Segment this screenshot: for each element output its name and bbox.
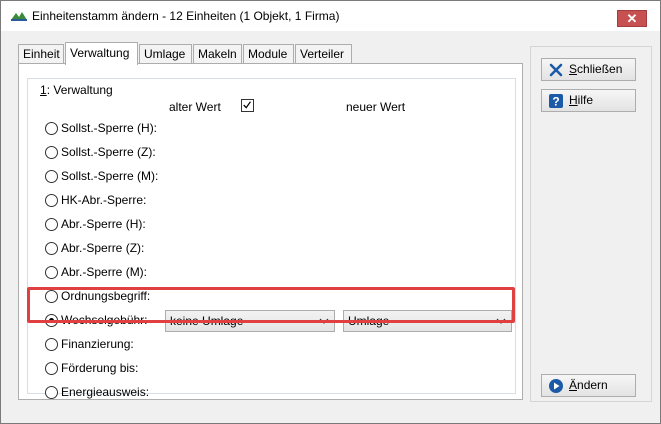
tab-makeln[interactable]: Makeln — [193, 44, 242, 64]
tab-panel-verwaltung: 1: Verwaltung alter Wert neuer Wert Soll… — [18, 63, 523, 400]
row-label: Abr.-Sperre (M): — [61, 265, 148, 279]
window-title: Einheitenstamm ändern - 12 Einheiten (1 … — [32, 9, 340, 23]
radio-energieausweis[interactable] — [45, 386, 58, 399]
radio-abr-sperre-h[interactable] — [45, 218, 58, 231]
row-label: Ordnungsbegriff: — [61, 289, 151, 303]
chevron-down-icon — [319, 318, 329, 324]
dialog-window: Einheitenstamm ändern - 12 Einheiten (1 … — [0, 0, 661, 424]
svg-text:?: ? — [552, 95, 559, 109]
group-title: 1: Verwaltung — [38, 83, 115, 97]
old-value-select[interactable]: keine Umlage — [165, 310, 335, 332]
row-label: Finanzierung: — [61, 337, 134, 351]
radio-abr-sperre-z[interactable] — [45, 242, 58, 255]
radio-ordnungsbegriff[interactable] — [45, 290, 58, 303]
help-button-label: Hilfe — [569, 93, 594, 107]
old-value-checkbox[interactable] — [241, 99, 254, 112]
tab-verwaltung[interactable]: Verwaltung — [65, 42, 138, 65]
row-label: Energieausweis: — [61, 385, 150, 399]
window-close-button[interactable]: ✕ — [617, 10, 647, 27]
title-bar: Einheitenstamm ändern - 12 Einheiten (1 … — [1, 1, 660, 31]
chevron-down-icon — [496, 318, 506, 324]
row-label: Förderung bis: — [61, 361, 139, 375]
select-value: keine Umlage — [170, 314, 244, 328]
row-label: Sollst.-Sperre (H): — [61, 121, 158, 135]
tab-verteiler[interactable]: Verteiler — [295, 44, 352, 64]
row-label: Sollst.-Sperre (M): — [61, 169, 159, 183]
radio-wechselgebuehr[interactable] — [45, 314, 58, 327]
dialog-client: Einheit Verwaltung Umlage Makeln Module … — [8, 31, 654, 417]
play-icon — [549, 379, 563, 393]
help-button[interactable]: ? Hilfe — [541, 89, 636, 112]
row-label: Sollst.-Sperre (Z): — [61, 145, 156, 159]
radio-sollst-sperre-z[interactable] — [45, 146, 58, 159]
question-icon: ? — [549, 94, 563, 109]
x-icon — [549, 63, 563, 77]
group-verwaltung: 1: Verwaltung alter Wert neuer Wert Soll… — [27, 78, 516, 399]
radio-hk-abr-sperre[interactable] — [45, 194, 58, 207]
radio-sollst-sperre-h[interactable] — [45, 122, 58, 135]
change-button[interactable]: Ändern — [541, 374, 636, 397]
radio-sollst-sperre-m[interactable] — [45, 170, 58, 183]
new-value-header: neuer Wert — [346, 100, 406, 114]
tab-umlage[interactable]: Umlage — [139, 44, 192, 64]
radio-abr-sperre-m[interactable] — [45, 266, 58, 279]
new-value-select[interactable]: Umlage — [343, 310, 512, 332]
row-label: Abr.-Sperre (Z): — [61, 241, 145, 255]
change-button-label: Ändern — [569, 378, 608, 392]
checkmark-icon — [243, 101, 251, 109]
close-button[interactable]: Schließen — [541, 58, 636, 81]
old-value-header: alter Wert — [169, 100, 221, 114]
radio-finanzierung[interactable] — [45, 338, 58, 351]
row-label: Wechselgebühr: — [61, 313, 148, 327]
tab-einheit[interactable]: Einheit — [18, 44, 64, 64]
select-value: Umlage — [348, 314, 390, 328]
row-label: HK-Abr.-Sperre: — [61, 193, 147, 207]
app-icon — [11, 12, 27, 21]
radio-foerderung-bis[interactable] — [45, 362, 58, 375]
tab-module[interactable]: Module — [243, 44, 294, 64]
close-button-label: Schließen — [569, 62, 623, 76]
row-label: Abr.-Sperre (H): — [61, 217, 146, 231]
